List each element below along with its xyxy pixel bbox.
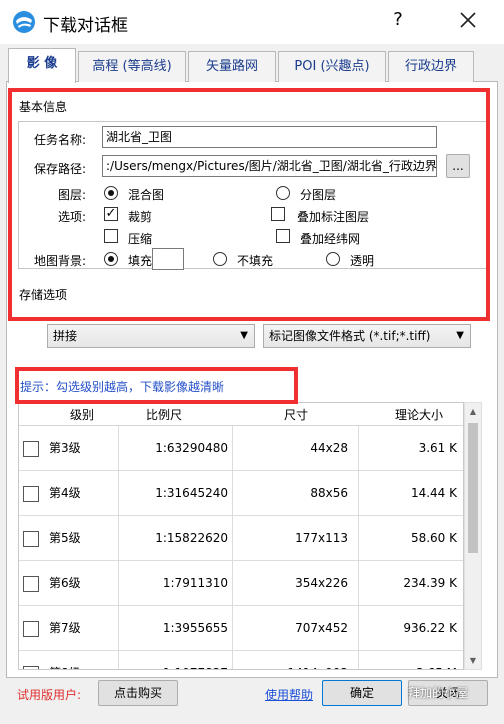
trial-user-label: 试用版用户:	[17, 688, 82, 702]
col-size-header[interactable]: 尺寸	[251, 406, 341, 423]
scroll-down-icon[interactable]: ▼	[465, 652, 481, 669]
table-header: 级别 比例尺 尺寸 理论大小	[19, 403, 463, 426]
chevron-down-icon: ▼	[240, 330, 248, 341]
cell-level: 第7级	[19, 606, 119, 651]
cell-size: 177x113	[233, 516, 359, 561]
app-logo-icon	[13, 11, 35, 33]
col-level-header[interactable]: 级别	[37, 406, 127, 423]
cell-level: 第3级	[19, 426, 119, 471]
cell-scale: 1:63290480	[119, 426, 233, 471]
scroll-up-icon[interactable]: ▲	[465, 403, 481, 420]
cell-scale: 1:7911310	[119, 561, 233, 606]
cell-est: 3.65 M	[359, 651, 463, 669]
tab-vector-roads[interactable]: 矢量路网	[188, 51, 276, 82]
chevron-down-icon: ▼	[456, 330, 464, 341]
tab-elevation[interactable]: 高程 (等高线)	[78, 51, 186, 82]
table-scrollbar[interactable]: ▲ ▼	[464, 402, 482, 670]
cell-size: 354x226	[233, 561, 359, 606]
annotation-box-tip	[15, 367, 298, 404]
storage-mode-value: 拼接	[53, 329, 78, 343]
cell-est: 14.44 K	[410, 486, 457, 500]
cell-est: 58.60 K	[410, 531, 457, 545]
level-table: 级别 比例尺 尺寸 理论大小 第3级 1:63290480 44x28 3.61 K第…	[18, 402, 464, 670]
ok-button[interactable]: 确定	[322, 680, 402, 706]
help-link[interactable]: 使用帮助	[265, 686, 313, 703]
window-title: 下载对话框	[43, 16, 128, 36]
annotation-box-settings	[8, 88, 490, 321]
cell-scale: 1:3955655	[119, 606, 233, 651]
table-row[interactable]: 第5级 1:15822620 177x113 58.60 K	[19, 516, 463, 561]
table-row[interactable]: 第3级 1:63290480 44x28 3.61 K	[19, 426, 463, 471]
cell-est: 3.61 K	[418, 441, 457, 455]
cell-scale: 1:1977827	[119, 651, 233, 669]
help-button[interactable]: ?	[386, 9, 410, 30]
cell-level: 第5级	[19, 516, 119, 561]
cell-size: 88x56	[233, 471, 359, 516]
scroll-thumb[interactable]	[468, 423, 478, 553]
cell-level: 第4级	[19, 471, 119, 516]
close-icon[interactable]	[454, 6, 482, 34]
tab-admin-boundary[interactable]: 行政边界	[388, 51, 474, 82]
cell-size: 707x452	[233, 606, 359, 651]
table-row[interactable]: 第7级 1:3955655 707x452 936.22 K	[19, 606, 463, 651]
cell-size: 1414x903	[233, 651, 359, 669]
cell-est: 234.39 K	[403, 576, 457, 590]
file-format-value: 标记图像文件格式 (*.tif;*.tiff)	[269, 329, 431, 343]
col-estimate-header[interactable]: 理论大小	[374, 406, 463, 423]
buy-button[interactable]: 点击购买	[98, 680, 178, 706]
cell-level: 第6级	[19, 561, 119, 606]
table-row[interactable]: 第6级 1:7911310 354x226 234.39 K	[19, 561, 463, 606]
cell-scale: 1:31645240	[119, 471, 233, 516]
watermark-text: 拜加的小屋	[408, 686, 469, 700]
table-row[interactable]: 第4级 1:31645240 88x56 14.44 K	[19, 471, 463, 516]
table-row[interactable]: 第8级1:19778271414x9033.65 M	[19, 651, 463, 669]
cell-size: 44x28	[233, 426, 359, 471]
tab-strip: 影 像 高程 (等高线) 矢量路网 POI (兴趣点) 行政边界	[6, 48, 498, 83]
cell-level: 第8级	[19, 651, 119, 669]
storage-mode-select[interactable]: 拼接 ▼	[47, 324, 255, 348]
cell-est: 936.22 K	[403, 621, 457, 635]
tab-poi[interactable]: POI (兴趣点)	[278, 51, 386, 82]
tab-imagery[interactable]: 影 像	[8, 48, 76, 83]
col-scale-header[interactable]: 比例尺	[119, 406, 209, 423]
file-format-select[interactable]: 标记图像文件格式 (*.tif;*.tiff) ▼	[263, 324, 471, 348]
title-bar: 下载对话框 ?	[0, 0, 504, 44]
cell-scale: 1:15822620	[119, 516, 233, 561]
